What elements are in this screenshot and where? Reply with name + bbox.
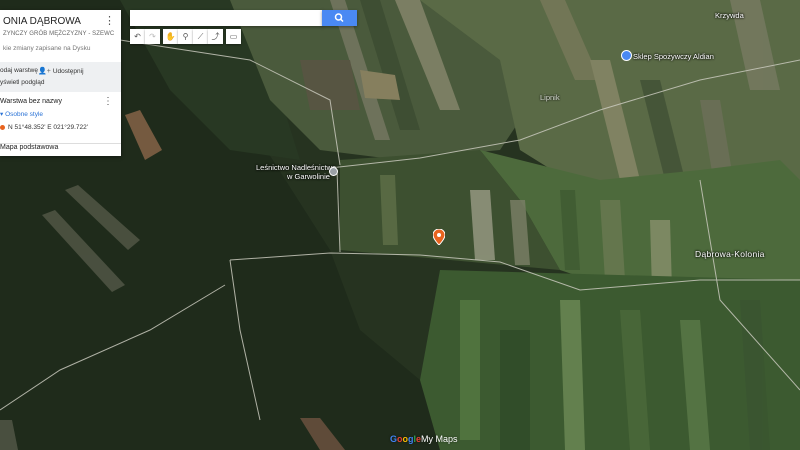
preview-button[interactable]: yświetl podgląd xyxy=(0,79,44,86)
map-description[interactable]: ZYNCZY GRÓB MĘŻCZYZNY - SZEWC xyxy=(3,31,114,37)
forestry-icon[interactable] xyxy=(329,167,338,176)
panel-actions: odaj warstwę 👤+ Udostępnij yświetl podglą… xyxy=(0,62,121,92)
place-coords: N 51°48.352' E 021°29.722' xyxy=(8,124,88,131)
shop-icon[interactable] xyxy=(621,50,632,61)
search-button[interactable] xyxy=(322,10,357,26)
add-layer-button[interactable]: odaj warstwę xyxy=(0,67,38,74)
paint-icon: ▾ xyxy=(0,111,4,118)
share-button[interactable]: 👤+ Udostępnij xyxy=(38,67,84,75)
map-legend-panel: ONIA DĄBROWA ⋮ ZYNCZY GRÓB MĘŻCZYZNY - S… xyxy=(0,10,121,156)
measure-button[interactable]: ▭ xyxy=(226,29,241,44)
layer-options-icon[interactable]: ⋮ xyxy=(103,96,113,107)
undo-icon: ↶ xyxy=(134,32,141,41)
marker-icon: ⚲ xyxy=(182,32,189,41)
label-shop[interactable]: Sklep Spożywczy Aldian xyxy=(633,52,714,61)
place-list-item[interactable]: N 51°48.352' E 021°29.722' xyxy=(0,124,88,131)
add-person-icon: 👤+ xyxy=(38,68,51,75)
hand-icon: ✋ xyxy=(165,32,176,41)
styles-label: Osobne style xyxy=(5,111,44,118)
label-forestry-2[interactable]: w Garwolinie xyxy=(287,172,330,181)
place-marker-icon xyxy=(0,124,5,130)
layer-name[interactable]: Warstwa bez nazwy xyxy=(0,98,62,105)
styles-link[interactable]: ▾ Osobne style xyxy=(0,110,43,118)
search-input[interactable] xyxy=(130,10,323,26)
share-label: Udostępnij xyxy=(52,68,84,75)
pan-button[interactable]: ✋ xyxy=(163,29,178,44)
map-title[interactable]: ONIA DĄBROWA xyxy=(3,16,81,27)
label-forestry-1[interactable]: Leśnictwo Nadleśnictwo xyxy=(256,163,336,172)
label-dabrowa-kolonia: Dąbrowa-Kolonia xyxy=(695,249,765,259)
add-directions-button[interactable]: ⤴ xyxy=(208,29,223,44)
save-status: kie zmiany zapisane na Dysku xyxy=(3,45,91,52)
undo-button[interactable]: ↶ xyxy=(130,29,145,44)
redo-button[interactable]: ↷ xyxy=(145,29,160,44)
add-marker-button[interactable]: ⚲ xyxy=(178,29,193,44)
ruler-icon: ▭ xyxy=(229,32,238,41)
route-icon: ⤴ xyxy=(211,32,220,41)
label-village: Lipnik xyxy=(540,93,560,102)
draw-line-icon: ⟋ xyxy=(197,31,204,41)
search-icon xyxy=(334,13,344,23)
drawing-toolbar: ↶ ↷ ✋ ⚲ ⟋ ⤴ ▭ xyxy=(130,29,241,44)
draw-line-button[interactable]: ⟋ xyxy=(193,29,208,44)
redo-icon: ↷ xyxy=(149,32,156,41)
label-krzywda: Krzywda xyxy=(715,11,744,20)
map-pin-icon[interactable] xyxy=(433,229,445,245)
map-options-icon[interactable]: ⋮ xyxy=(104,16,115,27)
base-map-toggle[interactable]: Mapa podstawowa xyxy=(0,143,121,151)
google-my-maps-logo: GoogleMy Maps xyxy=(390,434,458,444)
